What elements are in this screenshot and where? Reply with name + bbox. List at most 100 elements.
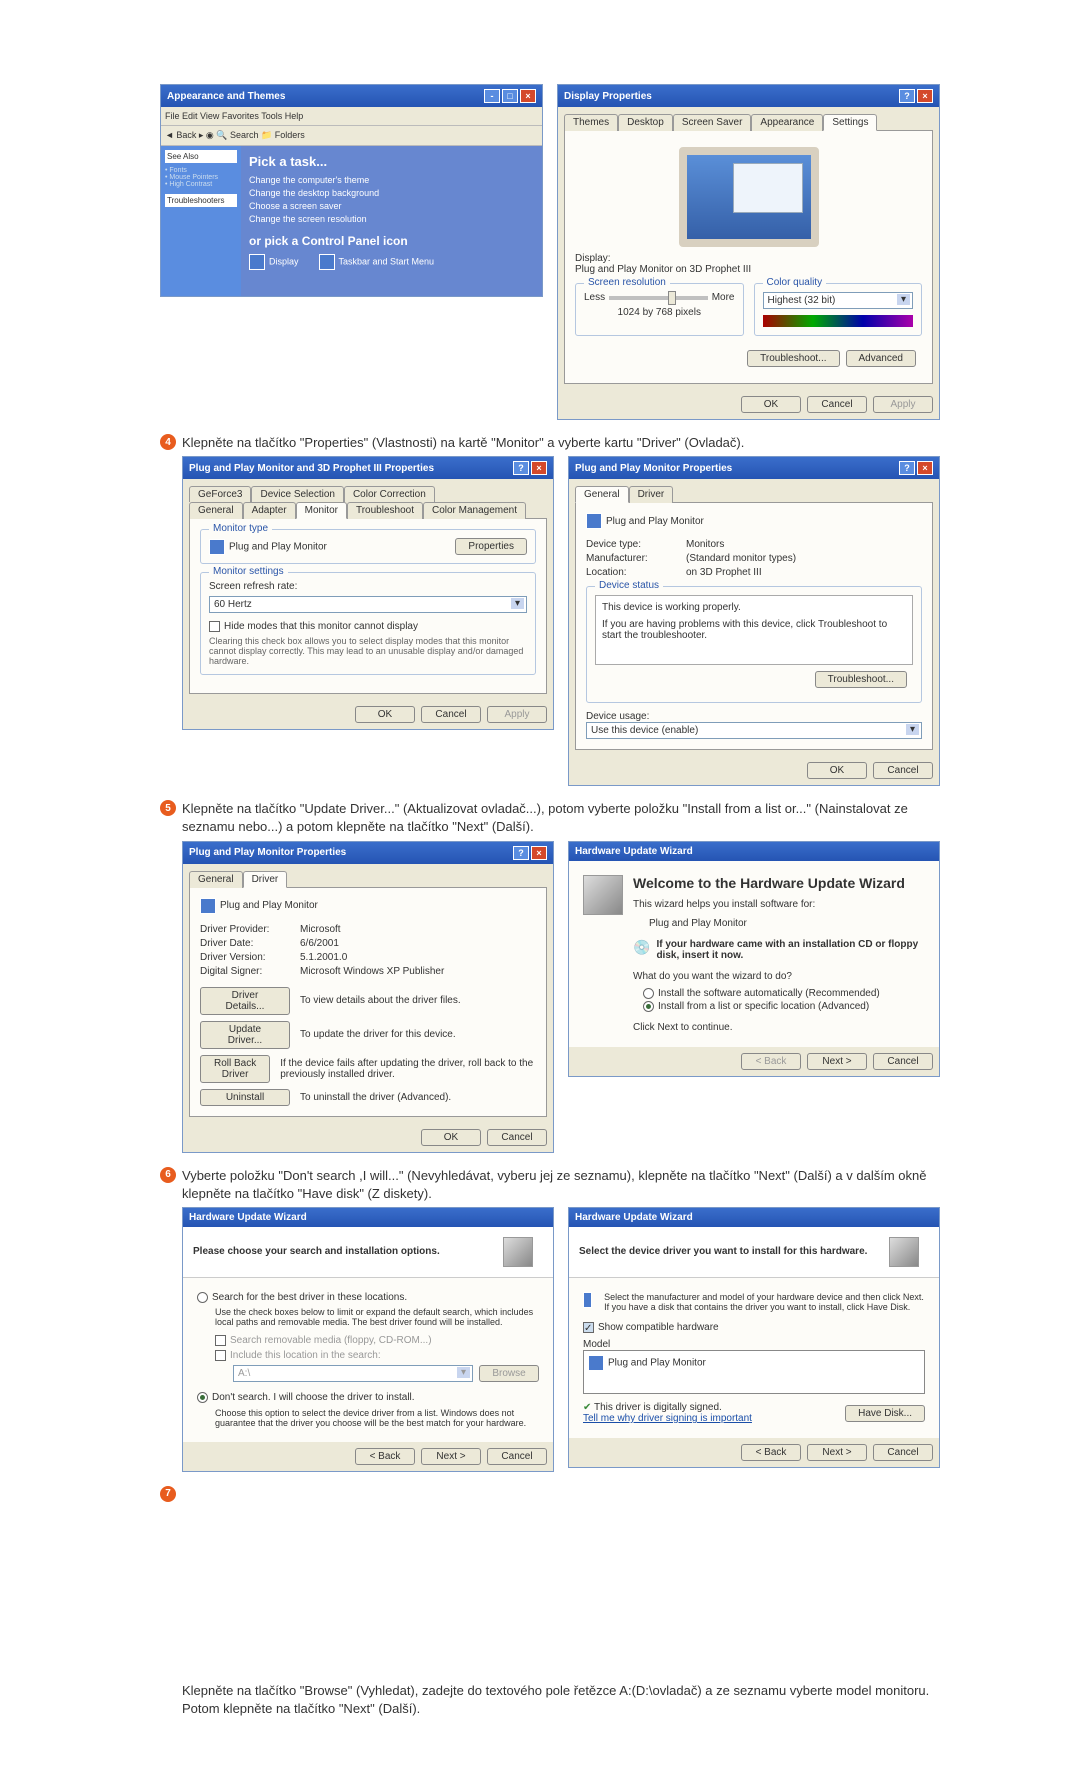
date-label: Driver Date: <box>200 938 300 949</box>
tab-driver[interactable]: Driver <box>629 486 674 503</box>
tab-adapter[interactable]: Adapter <box>243 502 296 519</box>
close-icon[interactable]: × <box>531 846 547 860</box>
tab-screensaver[interactable]: Screen Saver <box>673 114 752 131</box>
radio-list[interactable] <box>643 1001 654 1012</box>
task-link[interactable]: Change the desktop background <box>249 188 534 198</box>
driver-name: Plug and Play Monitor <box>220 900 318 911</box>
tab-settings[interactable]: Settings <box>823 114 877 131</box>
help-icon[interactable]: ? <box>899 461 915 475</box>
resolution-slider[interactable] <box>609 296 708 300</box>
step-4-text: Klepněte na tlačítko "Properties" (Vlast… <box>182 434 744 452</box>
tab-desktop[interactable]: Desktop <box>618 114 673 131</box>
display-properties-window: Display Properties ?× Themes Desktop Scr… <box>557 84 940 420</box>
back-button[interactable]: < Back <box>355 1448 415 1465</box>
prov-label: Driver Provider: <box>200 924 300 935</box>
tab-colormgmt[interactable]: Color Management <box>423 502 526 519</box>
advanced-button[interactable]: Advanced <box>846 350 916 367</box>
wizard3-title: Hardware Update Wizard <box>575 1212 693 1223</box>
tell-me-link[interactable]: Tell me why driver signing is important <box>583 1413 752 1424</box>
tab-devsel[interactable]: Device Selection <box>251 486 343 502</box>
wizard2-title: Hardware Update Wizard <box>189 1212 307 1223</box>
tab-general[interactable]: General <box>575 486 629 503</box>
uninstall-button[interactable]: Uninstall <box>200 1089 290 1106</box>
details-txt: To view details about the driver files. <box>300 995 461 1006</box>
tab-troubleshoot[interactable]: Troubleshoot <box>347 502 423 519</box>
radio-dont-search[interactable] <box>197 1392 208 1403</box>
cancel-button[interactable]: Cancel <box>421 706 481 723</box>
refresh-dropdown[interactable]: 60 Hertz <box>209 596 527 613</box>
browse-button: Browse <box>479 1365 539 1382</box>
rollback-button[interactable]: Roll Back Driver <box>200 1055 270 1083</box>
slider-more: More <box>712 292 735 303</box>
usage-dropdown[interactable]: Use this device (enable) <box>586 722 922 739</box>
close-icon[interactable]: × <box>917 89 933 103</box>
mon-props-title: Plug and Play Monitor Properties <box>575 463 732 474</box>
back-button[interactable]: < Back <box>741 1053 801 1070</box>
next-button[interactable]: Next > <box>421 1448 481 1465</box>
cancel-button[interactable]: Cancel <box>487 1129 547 1146</box>
info-icon <box>583 1292 592 1308</box>
task-link[interactable]: Change the computer's theme <box>249 175 534 185</box>
hide-check-label: Hide modes that this monitor cannot disp… <box>224 621 418 632</box>
model-item: Plug and Play Monitor <box>608 1358 706 1369</box>
minimize-icon[interactable]: - <box>484 89 500 103</box>
update-txt: To update the driver for this device. <box>300 1029 456 1040</box>
task-link[interactable]: Change the screen resolution <box>249 214 534 224</box>
close-icon[interactable]: × <box>520 89 536 103</box>
radio-auto[interactable] <box>643 988 654 999</box>
ok-button[interactable]: OK <box>355 706 415 723</box>
cp-icon-taskbar[interactable]: Taskbar and Start Menu <box>319 254 435 270</box>
model-list[interactable]: Plug and Play Monitor <box>583 1350 925 1394</box>
cancel-button[interactable]: Cancel <box>873 1444 933 1461</box>
close-icon[interactable]: × <box>917 461 933 475</box>
cancel-button[interactable]: Cancel <box>873 762 933 779</box>
slider-less: Less <box>584 292 605 303</box>
cancel-button[interactable]: Cancel <box>807 396 867 413</box>
cancel-button[interactable]: Cancel <box>873 1053 933 1070</box>
tab-appearance[interactable]: Appearance <box>751 114 823 131</box>
driver-details-button[interactable]: Driver Details... <box>200 987 290 1015</box>
ok-button[interactable]: OK <box>807 762 867 779</box>
back-button[interactable]: < Back <box>741 1444 801 1461</box>
manuf-label: Manufacturer: <box>586 553 686 564</box>
apply-button[interactable]: Apply <box>873 396 933 413</box>
maximize-icon[interactable]: □ <box>502 89 518 103</box>
tab-general[interactable]: General <box>189 502 243 519</box>
tab-themes[interactable]: Themes <box>564 114 618 131</box>
opt-dont-desc: Choose this option to select the device … <box>215 1408 539 1428</box>
or-pick-heading: or pick a Control Panel icon <box>249 234 534 248</box>
show-compat-checkbox[interactable]: ✓ <box>583 1322 594 1333</box>
help-icon[interactable]: ? <box>513 846 529 860</box>
date-value: 6/6/2001 <box>300 938 339 949</box>
tab-geforce[interactable]: GeForce3 <box>189 486 251 502</box>
tab-monitor[interactable]: Monitor <box>296 502 347 519</box>
pick-task-heading: Pick a task... <box>249 154 534 169</box>
close-icon[interactable]: × <box>531 461 547 475</box>
update-driver-button[interactable]: Update Driver... <box>200 1021 290 1049</box>
uninstall-txt: To uninstall the driver (Advanced). <box>300 1092 451 1103</box>
hide-modes-checkbox[interactable] <box>209 621 220 632</box>
step-bullet-5: 5 <box>160 800 176 816</box>
have-disk-button[interactable]: Have Disk... <box>845 1405 925 1422</box>
troubleshoot-button[interactable]: Troubleshoot... <box>815 671 907 688</box>
color-quality-dropdown[interactable]: Highest (32 bit) <box>763 292 914 309</box>
troubleshoot-button[interactable]: Troubleshoot... <box>747 350 839 367</box>
task-link[interactable]: Choose a screen saver <box>249 201 534 211</box>
help-icon[interactable]: ? <box>513 461 529 475</box>
ok-button[interactable]: OK <box>741 396 801 413</box>
cancel-button[interactable]: Cancel <box>487 1448 547 1465</box>
properties-button[interactable]: Properties <box>455 538 527 555</box>
ok-button[interactable]: OK <box>421 1129 481 1146</box>
help-icon[interactable]: ? <box>899 89 915 103</box>
next-button[interactable]: Next > <box>807 1053 867 1070</box>
radio-search[interactable] <box>197 1292 208 1303</box>
sign-label: Digital Signer: <box>200 966 300 977</box>
tab-driver[interactable]: Driver <box>243 871 288 888</box>
next-button[interactable]: Next > <box>807 1444 867 1461</box>
apply-button[interactable]: Apply <box>487 706 547 723</box>
status-help: If you are having problems with this dev… <box>602 619 906 641</box>
tab-general[interactable]: General <box>189 871 243 888</box>
tab-colorcorr[interactable]: Color Correction <box>344 486 435 502</box>
cp-icon-display[interactable]: Display <box>249 254 299 270</box>
wizard-icon <box>889 1237 919 1267</box>
